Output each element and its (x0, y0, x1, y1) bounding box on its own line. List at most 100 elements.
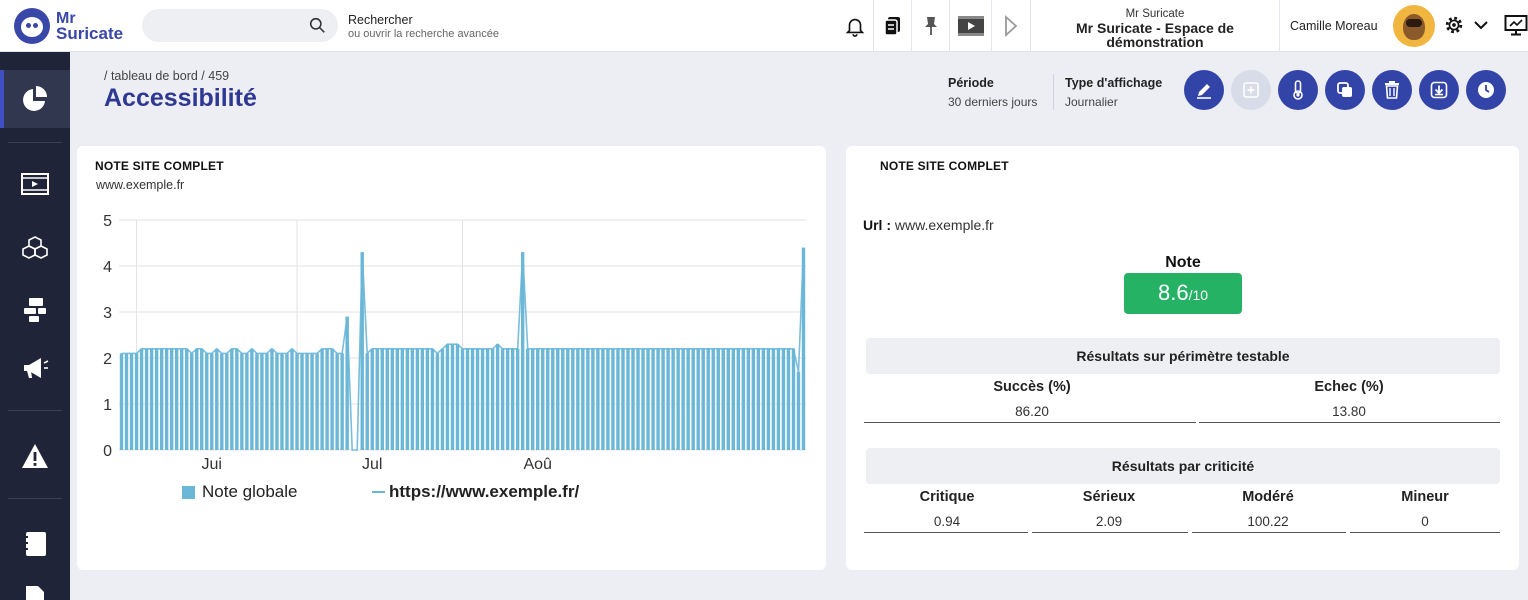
x-tick-label: Aoû (523, 456, 551, 473)
summary-card-title: NOTE SITE COMPLET (880, 159, 1009, 173)
chart-bar (210, 353, 214, 450)
legend-label-line: https://www.exemple.fr/ (389, 482, 580, 501)
chart-bar (290, 348, 294, 450)
chart-bar (295, 353, 299, 450)
chart-bar (651, 348, 655, 450)
chart-bar (515, 348, 520, 450)
chart-bar (781, 348, 786, 450)
chart-bar (771, 348, 776, 450)
chart-bar (681, 348, 685, 450)
chart-bar (255, 353, 259, 450)
chart-bar (235, 348, 239, 450)
chart-bar (270, 348, 274, 450)
chart-bar (485, 348, 490, 450)
chart-bar (440, 348, 445, 450)
chart-bar (490, 348, 495, 450)
chart-bar (676, 348, 680, 450)
note-value: 8.6 (1157, 280, 1189, 305)
chart-bar (420, 348, 425, 450)
chart-bar (746, 348, 751, 450)
failure-value: 13.80 (1332, 404, 1366, 419)
legend-label-bar: Note globale (202, 482, 298, 501)
chart-bar (530, 348, 535, 450)
chart-bar (375, 348, 379, 450)
chart-bar (325, 348, 329, 450)
note-max: /10 (1188, 287, 1209, 303)
chart-bar (340, 353, 344, 450)
chart-bar (581, 348, 585, 450)
chart-bar (536, 348, 540, 450)
chart-bar (250, 348, 254, 450)
chart-bar (445, 344, 450, 450)
chart-bar (230, 348, 234, 450)
chart-bar (164, 348, 169, 450)
chart-bar (310, 353, 314, 450)
moderate-header: Modéré (1242, 489, 1294, 505)
chart-bar (726, 348, 730, 450)
serious-header: Sérieux (1082, 489, 1136, 505)
chart-bar (756, 348, 761, 450)
minor-header: Mineur (1401, 489, 1449, 505)
serious-value: 2.09 (1095, 514, 1123, 529)
legend-item-line[interactable]: https://www.exemple.fr/ (372, 482, 579, 502)
chart-bar (636, 348, 640, 450)
chart-bar (561, 348, 565, 450)
chart-bar (265, 353, 269, 450)
legend-swatch-line (372, 491, 385, 493)
y-tick-label: 5 (103, 213, 112, 230)
chart-bar (796, 371, 801, 450)
chart-bar (480, 348, 485, 450)
chart-bar (395, 348, 400, 450)
chart-bar (174, 348, 179, 450)
chart-bar (475, 348, 480, 450)
chart-bar (215, 348, 219, 450)
chart-bar (706, 348, 710, 450)
criticity-results-header: Résultats par criticité (866, 448, 1500, 484)
y-tick-label: 0 (103, 443, 112, 460)
chart-bar (159, 348, 164, 450)
chart-bar (465, 348, 470, 450)
testable-results-header: Résultats sur périmètre testable (866, 338, 1500, 374)
y-tick-label: 3 (103, 305, 112, 322)
chart-bar (134, 353, 139, 450)
legend-item-bar[interactable]: Note globale (182, 482, 297, 502)
chart-bar (385, 348, 389, 450)
chart-bar (190, 353, 194, 450)
y-tick-label: 4 (103, 259, 112, 276)
chart-bar (320, 348, 324, 450)
chart-bar (686, 348, 690, 450)
chart-bar (300, 353, 304, 450)
chart-bar (205, 353, 209, 450)
x-tick-label: Jui (202, 456, 222, 473)
failure-header: Echec (%) (1314, 379, 1384, 395)
chart-bar (701, 348, 705, 450)
chart-bar (154, 348, 159, 450)
chart-bar (260, 353, 264, 450)
chart-bar (335, 353, 339, 450)
chart-bar (541, 348, 545, 450)
chart-bar (631, 348, 635, 450)
chart-bar (470, 348, 475, 450)
chart-bar (139, 348, 144, 450)
chart-bar (761, 348, 766, 450)
chart-bar (641, 348, 645, 450)
chart-bar (220, 353, 224, 450)
chart-bar (656, 348, 660, 450)
chart-bar (621, 348, 625, 450)
url-value: www.exemple.fr (894, 217, 994, 233)
chart-bar (696, 348, 700, 450)
note-badge: 8.6 /10 (1124, 273, 1242, 314)
chart-bar (646, 348, 650, 450)
chart-bar (586, 348, 590, 450)
note-label: Note (1165, 254, 1201, 271)
chart-bar (179, 348, 184, 450)
chart-bar (380, 348, 384, 450)
chart-bar (525, 348, 530, 450)
chart-bar (626, 348, 630, 450)
minor-value: 0 (1421, 514, 1429, 529)
chart-bar (455, 344, 460, 450)
chart-bar (285, 353, 289, 450)
chart-bar (245, 353, 249, 450)
critical-value: 0.94 (933, 514, 961, 529)
chart-bar (571, 348, 575, 450)
